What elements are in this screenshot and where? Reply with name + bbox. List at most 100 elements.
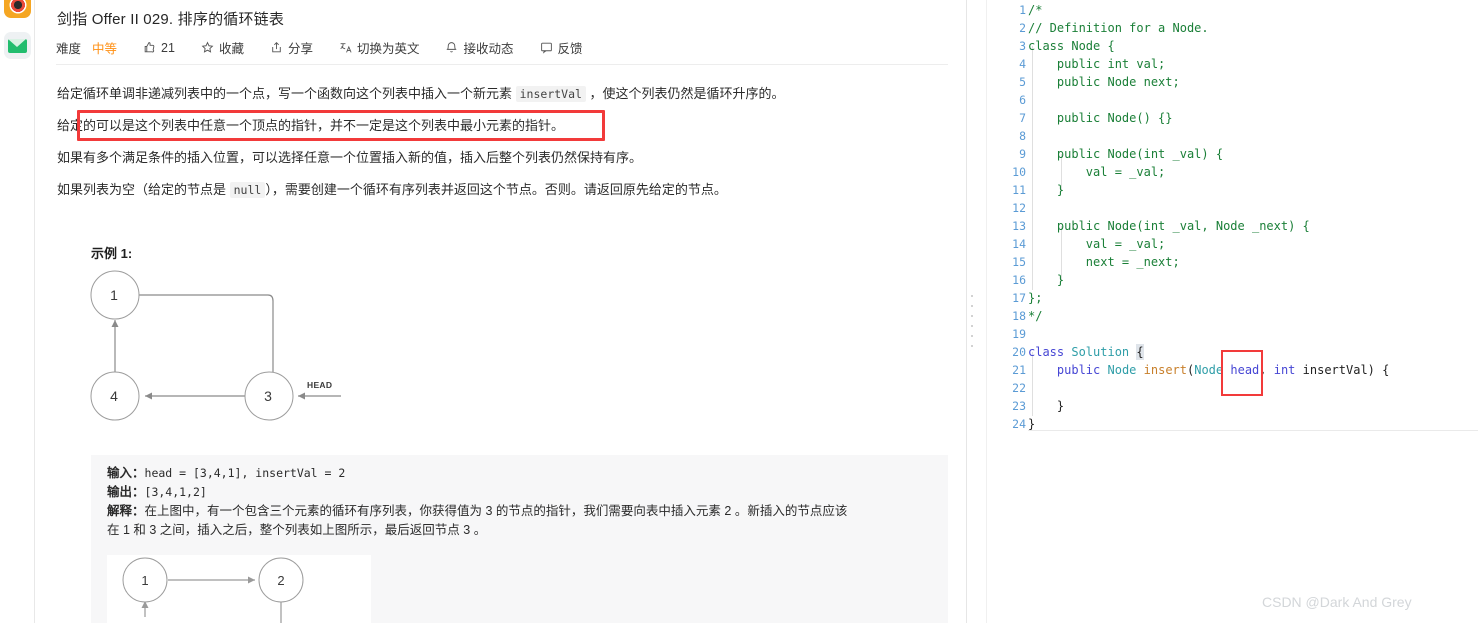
diagram-1-node-3-label: 3 xyxy=(264,388,272,404)
translate-label: 切换为英文 xyxy=(356,42,420,56)
example-output-label: 输出： xyxy=(107,485,145,499)
example-block: 输入：head = [3,4,1], insertVal = 2 输出：[3,4… xyxy=(91,455,967,623)
page-title: 剑指 Offer II 029. 排序的循环链表 xyxy=(57,11,285,28)
subscribe-button[interactable]: 接收动态 xyxy=(445,38,514,57)
line-number-gutter: 1 2 3 4 5 6 7 8 9 10 11 12 13 14 15 16 1… xyxy=(987,0,1032,623)
line-number: 10 xyxy=(1012,165,1026,179)
line-number: 8 xyxy=(1019,129,1026,143)
code-line-16: } xyxy=(1028,273,1065,287)
code-line-13: public Node(int _val, Node _next) { xyxy=(1028,219,1310,233)
diagram-1-node-1: 1 xyxy=(91,272,137,318)
code-line-4: public int val; xyxy=(1028,57,1166,71)
line-number: 9 xyxy=(1019,147,1026,161)
bell-icon xyxy=(445,41,458,54)
line-number: 17 xyxy=(1012,291,1026,305)
app-root: 剑指 Offer II 029. 排序的循环链表 难度 中等 21 收藏 分享 … xyxy=(0,0,1478,623)
example-input-value: head = [3,4,1], insertVal = 2 xyxy=(144,466,346,480)
p4-text-before: 如果列表为空（给定的节点是 xyxy=(57,182,230,197)
feedback-label: 反馈 xyxy=(557,42,583,56)
example-input-line: 输入：head = [3,4,1], insertVal = 2 xyxy=(107,464,345,483)
line-number: 24 xyxy=(1012,417,1026,431)
diagram-2-svg: 1 2 xyxy=(122,557,304,623)
diagram-1-node-1-label: 1 xyxy=(110,287,118,303)
subscribe-label: 接收动态 xyxy=(463,42,514,56)
feedback-button[interactable]: 反馈 xyxy=(540,38,583,57)
line-number: 1 xyxy=(1019,3,1026,17)
difficulty-label: 难度 xyxy=(56,42,82,56)
splitter-grip[interactable] xyxy=(971,295,974,353)
example-output-value: [3,4,1,2] xyxy=(144,485,207,499)
share-button[interactable]: 分享 xyxy=(270,38,313,57)
code-line-15: next = _next; xyxy=(1028,255,1180,269)
diagram-1-node-3: 3 xyxy=(245,373,291,419)
code-line-5: public Node next; xyxy=(1028,75,1180,89)
example-explain-line-1: 解释：在上图中，有一个包含三个元素的循环有序列表，你获得值为 3 的节点的指针，… xyxy=(107,502,847,521)
diagram-2-node-2-label: 2 xyxy=(277,573,284,588)
linked-list-diagram-1: 1 3 4 HEAD xyxy=(83,268,413,433)
line-number: 13 xyxy=(1012,219,1026,233)
header-divider xyxy=(56,64,961,65)
panel-splitter[interactable] xyxy=(948,0,968,623)
line-number: 6 xyxy=(1019,93,1026,107)
diagram-1-node-4-label: 4 xyxy=(110,388,118,404)
code-line-23: } xyxy=(1028,399,1065,413)
code-line-1: /* xyxy=(1028,3,1043,17)
code-line-17: }; xyxy=(1028,291,1043,305)
line-number: 22 xyxy=(1012,381,1026,395)
line-number: 7 xyxy=(1019,111,1026,125)
line-number: 23 xyxy=(1012,399,1026,413)
linked-list-diagram-2: 1 2 xyxy=(107,555,371,623)
example-explain-text-1: 在上图中，有一个包含三个元素的循环有序列表，你获得值为 3 的节点的指针，我们需… xyxy=(144,504,848,518)
app-rail xyxy=(0,0,35,623)
code-line-21: public Node insert(Node head, int insert… xyxy=(1056,363,1390,377)
like-button[interactable]: 21 xyxy=(143,41,175,55)
favorite-label: 收藏 xyxy=(218,42,244,56)
like-count: 21 xyxy=(161,40,175,55)
p4-text-after: ），需要创建一个循环有序列表并返回这个节点。否则。请返回原先给定的节点。 xyxy=(265,182,727,197)
line-number: 16 xyxy=(1012,273,1026,287)
line-number: 3 xyxy=(1019,39,1026,53)
code-line-11: } xyxy=(1028,183,1065,197)
code-line-7: public Node() {} xyxy=(1028,111,1173,125)
insertval-code-span: insertVal xyxy=(515,86,586,102)
code-line-20: class Solution { xyxy=(1028,344,1144,360)
line-number: 14 xyxy=(1012,237,1026,251)
line-number: 18 xyxy=(1012,309,1026,323)
share-icon xyxy=(270,41,283,54)
description-paragraph-3: 如果有多个满足条件的插入位置，可以选择任意一个位置插入新的值，插入后整个列表仍然… xyxy=(57,150,643,165)
code-editor-panel[interactable]: 1 2 3 4 5 6 7 8 9 10 11 12 13 14 15 16 1… xyxy=(987,0,1478,623)
description-paragraph-4: 如果列表为空（给定的节点是 null ），需要创建一个循环有序列表并返回这个节点。… xyxy=(57,180,727,200)
difficulty-value: 中等 xyxy=(92,42,118,56)
p1-text-after: ，使这个列表仍然是循环升序的。 xyxy=(585,86,785,101)
line-number: 15 xyxy=(1012,255,1026,269)
code-line-2: // Definition for a Node. xyxy=(1028,21,1209,35)
splitter-line-left xyxy=(966,0,967,623)
favorite-button[interactable]: 收藏 xyxy=(201,38,244,57)
problem-meta-row: 难度 中等 21 收藏 分享 切换为英文 接收动态 反馈 xyxy=(56,38,583,57)
watermark: CSDN @Dark And Grey xyxy=(1262,594,1412,610)
mail-icon[interactable] xyxy=(4,32,31,59)
code-line-9: public Node(int _val) { xyxy=(1028,147,1224,161)
diagram-1-node-4: 4 xyxy=(91,373,137,419)
line-number: 21 xyxy=(1012,363,1026,377)
problem-panel: 剑指 Offer II 029. 排序的循环链表 难度 中等 21 收藏 分享 … xyxy=(35,0,967,623)
example-heading: 示例 1: xyxy=(91,246,133,261)
description-paragraph-2: 给定的可以是这个列表中任意一个顶点的指针，并不一定是这个列表中最小元素的指针。 xyxy=(57,118,565,133)
code-text-area[interactable]: /* // Definition for a Node. class Node … xyxy=(1028,0,1478,623)
diagram-1-head-label: HEAD xyxy=(307,380,333,390)
browser-icon[interactable] xyxy=(4,0,31,18)
description-paragraph-1: 给定循环单调非递减列表中的一个点，写一个函数向这个列表中插入一个新元素 inse… xyxy=(57,84,785,104)
line-number: 5 xyxy=(1019,75,1026,89)
p1-text-before: 给定循环单调非递减列表中的一个点，写一个函数向这个列表中插入一个新元素 xyxy=(57,86,516,101)
line-number: 2 xyxy=(1019,21,1026,35)
code-line-10: val = _val; xyxy=(1028,165,1166,179)
translate-button[interactable]: 切换为英文 xyxy=(339,38,420,57)
star-icon xyxy=(201,41,214,54)
line-number: 4 xyxy=(1019,57,1026,71)
code-line-3: class Node { xyxy=(1028,39,1115,53)
code-line-18: */ xyxy=(1028,309,1043,323)
null-code-span: null xyxy=(229,182,266,198)
comment-icon xyxy=(540,41,553,54)
line-number: 12 xyxy=(1012,201,1026,215)
diagram-2-node-1-label: 1 xyxy=(141,573,148,588)
